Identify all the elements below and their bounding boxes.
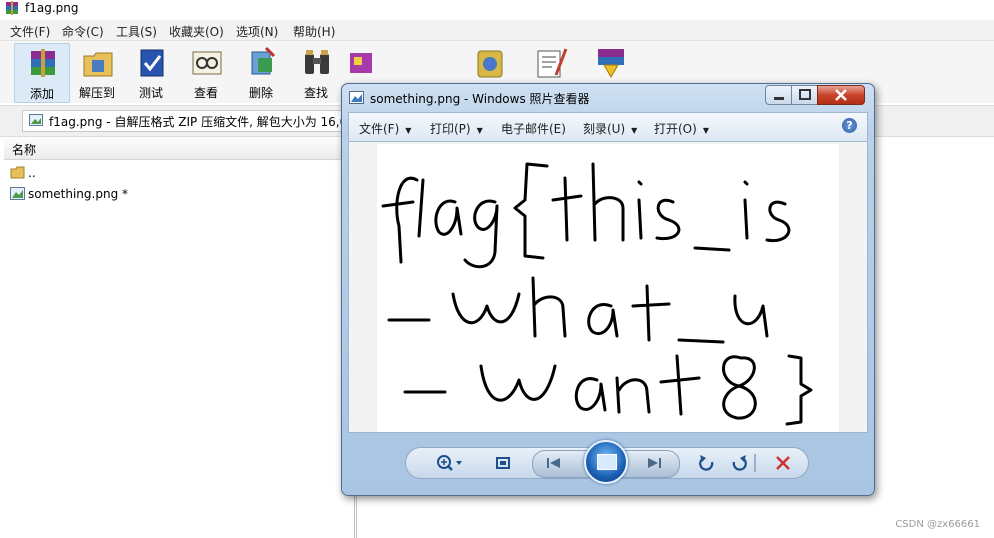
viewer-menu-print[interactable]: 打印(P) ▼ [430, 120, 483, 137]
name-column-label: 名称 [12, 143, 37, 157]
viewer-menu-burn-label: 刻录(U) [583, 122, 626, 136]
folder-up-icon [10, 166, 25, 179]
rotate-cw-button[interactable] [728, 453, 750, 473]
rar-titlebar: f1ag.png [0, 0, 994, 18]
chevron-down-icon: ▼ [405, 126, 412, 135]
viewer-menu-burn[interactable]: 刻录(U) ▼ [583, 120, 637, 137]
archive-path-text: f1ag.png - 自解压格式 ZIP 压缩文件, 解包大小为 16,0 [49, 115, 348, 129]
chevron-down-icon: ▼ [702, 126, 709, 135]
list-item-something-png[interactable]: something.png * [4, 184, 342, 204]
list-item-parent[interactable]: .. [4, 163, 342, 183]
displayed-image [377, 144, 839, 432]
extract-to-button[interactable]: 解压到 [70, 43, 124, 101]
close-icon [835, 89, 847, 101]
watermark: CSDN @zx66661 [895, 519, 980, 530]
archive-path-field[interactable]: f1ag.png - 自解压格式 ZIP 压缩文件, 解包大小为 16,0 [22, 110, 354, 132]
photo-viewer-icon [349, 91, 364, 104]
rotate-ccw-icon [699, 455, 714, 471]
minimize-button[interactable] [765, 85, 793, 105]
slideshow-icon [597, 454, 617, 470]
rotate-ccw-button[interactable] [696, 453, 718, 473]
menu-help[interactable]: 帮助(H) [293, 23, 335, 40]
viewer-menu-file-label: 文件(F) [359, 122, 400, 136]
maximize-button[interactable] [791, 85, 819, 105]
viewer-menubar: 文件(F) ▼ 打印(P) ▼ 电子邮件(E) 刻录(U) ▼ 打开(O) ▼ ? [348, 112, 868, 142]
comment-icon[interactable] [532, 45, 570, 81]
rotate-cw-icon [732, 455, 747, 471]
help-icon[interactable]: ? [842, 118, 857, 133]
menu-file[interactable]: 文件(F) [10, 23, 50, 40]
slideshow-button[interactable] [584, 440, 628, 484]
window-title: f1ag.png [25, 1, 79, 15]
view-label: 查看 [193, 86, 218, 100]
maximize-icon [799, 89, 811, 100]
add-label: 添加 [29, 87, 54, 101]
extract-to-label: 解压到 [78, 86, 115, 100]
add-archive-icon [31, 49, 55, 77]
menu-commands[interactable]: 命令(C) [62, 23, 104, 40]
view-icon [192, 51, 222, 75]
image-file-icon [29, 114, 43, 126]
delete-icon [776, 456, 790, 470]
viewer-controls [405, 440, 809, 484]
menu-tools[interactable]: 工具(S) [116, 23, 157, 40]
wizard-icon[interactable] [346, 47, 376, 77]
rar-menubar: 文件(F) 命令(C) 工具(S) 收藏夹(O) 选项(N) 帮助(H) [0, 20, 994, 41]
test-label: 测试 [138, 86, 163, 100]
photo-viewer-window: something.png - Windows 照片查看器 文件(F) ▼ 打印(… [341, 83, 875, 496]
find-button[interactable]: 查找 [289, 43, 343, 101]
test-icon [140, 49, 164, 77]
binoculars-icon [305, 50, 329, 74]
add-button[interactable]: 添加 [14, 43, 70, 103]
delete-archive-icon [251, 46, 276, 75]
zoom-button[interactable] [432, 453, 466, 473]
viewer-menu-open[interactable]: 打开(O) ▼ [654, 120, 709, 137]
list-item-label: something.png * [28, 187, 129, 201]
previous-button[interactable] [543, 453, 565, 473]
test-button[interactable]: 测试 [124, 43, 178, 101]
viewer-menu-file[interactable]: 文件(F) ▼ [359, 120, 411, 137]
menu-options[interactable]: 选项(N) [236, 23, 278, 40]
next-button[interactable] [643, 453, 665, 473]
menu-favorites[interactable]: 收藏夹(O) [169, 23, 224, 40]
next-icon [648, 458, 661, 468]
image-file-icon [10, 187, 25, 200]
delete-image-button[interactable] [772, 453, 794, 473]
previous-icon [547, 458, 560, 468]
list-item-label: .. [28, 166, 36, 180]
chevron-down-icon: ▼ [476, 126, 483, 135]
find-label: 查找 [303, 86, 328, 100]
view-button[interactable]: 查看 [179, 43, 233, 101]
delete-button[interactable]: 删除 [234, 43, 288, 101]
delete-label: 删除 [248, 86, 273, 100]
minimize-icon [774, 97, 784, 100]
zoom-icon [437, 455, 462, 471]
separator [754, 454, 756, 472]
viewer-menu-email[interactable]: 电子邮件(E) [501, 120, 566, 137]
viewer-menu-open-label: 打开(O) [654, 122, 697, 136]
name-column-header[interactable]: 名称 [4, 137, 344, 160]
handwritten-flag-image [381, 162, 813, 426]
protect-icon[interactable] [470, 45, 510, 81]
sfx-icon[interactable] [592, 45, 630, 81]
file-list: 名称 .. something.png * [4, 137, 355, 538]
chevron-down-icon: ▼ [631, 126, 638, 135]
winrar-app-icon [6, 1, 18, 15]
extract-folder-icon [83, 52, 113, 77]
close-button[interactable] [817, 85, 865, 105]
viewer-menu-print-label: 打印(P) [430, 122, 471, 136]
image-canvas [348, 141, 868, 433]
viewer-title: something.png - Windows 照片查看器 [370, 92, 590, 106]
fit-window-button[interactable] [492, 453, 514, 473]
fit-window-icon [496, 457, 510, 469]
